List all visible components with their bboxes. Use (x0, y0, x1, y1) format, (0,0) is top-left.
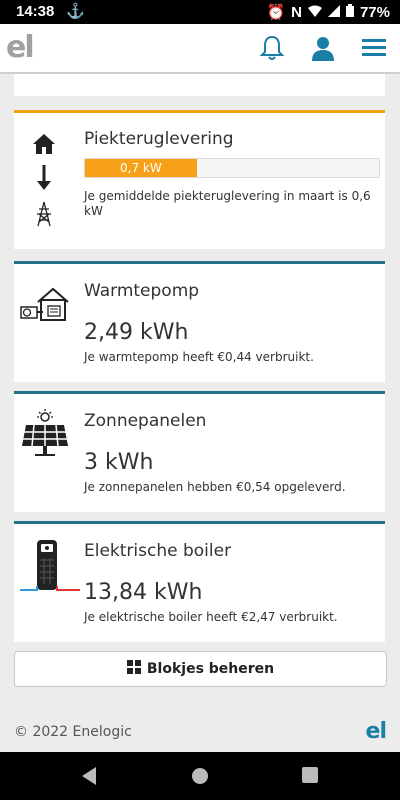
grid-icon (126, 660, 141, 678)
power-pylon-icon (34, 201, 54, 231)
solar-panel-icon (20, 409, 70, 465)
card-title: Elektrische boiler (84, 541, 232, 561)
heat-pump-icon (20, 286, 70, 326)
manage-blocks-label: Blokjes beheren (146, 661, 275, 677)
app-logo[interactable]: el (6, 30, 35, 65)
anchor-icon: ⚓ (66, 3, 85, 20)
bell-icon[interactable] (258, 34, 286, 62)
card-value: 13,84 kWh (84, 580, 203, 605)
footer-logo: el (365, 719, 387, 744)
card-title: Piekteruglevering (84, 129, 234, 149)
battery-level: 77% (359, 3, 390, 21)
status-icons: ⏰ N 77% (266, 3, 390, 21)
user-icon[interactable] (309, 34, 337, 62)
card-elektrische-boiler[interactable]: Elektrische boiler 13,84 kWh Je elektris… (14, 521, 385, 642)
back-icon[interactable] (80, 766, 100, 786)
status-bar: 14:38 ⚓ ⏰ N 77% (0, 0, 400, 24)
logo-text: el (6, 30, 35, 65)
card-value: 2,49 kWh (84, 320, 189, 345)
alarm-icon: ⏰ (266, 4, 286, 21)
android-nav-bar (0, 752, 400, 800)
card-description: Je elektrische boiler heeft €2,47 verbru… (84, 610, 338, 624)
wifi-icon (307, 4, 322, 21)
app-header: el (0, 24, 400, 74)
card-description: Je zonnepanelen hebben €0,54 opgeleverd. (84, 480, 346, 494)
house-icon (32, 133, 56, 159)
card-title: Zonnepanelen (84, 411, 207, 431)
manage-blocks-button[interactable]: Blokjes beheren (14, 651, 387, 687)
nfc-icon: N (291, 3, 302, 21)
recents-icon[interactable] (301, 766, 321, 786)
boiler-icon (18, 538, 84, 604)
card-value: 3 kWh (84, 450, 154, 475)
status-time: 14:38 (16, 3, 55, 20)
card-partial (14, 74, 385, 96)
card-title: Warmtepomp (84, 281, 200, 301)
card-description: Je warmtepomp heeft €0,44 verbruikt. (84, 350, 314, 364)
home-icon[interactable] (190, 766, 210, 786)
card-zonnepanelen[interactable]: Zonnepanelen 3 kWh Je zonnepanelen hebbe… (14, 391, 385, 512)
arrow-down-icon (36, 165, 52, 195)
card-warmtepomp[interactable]: Warmtepomp 2,49 kWh Je warmtepomp heeft … (14, 261, 385, 382)
menu-icon[interactable] (361, 34, 389, 62)
peak-progress-bar: 0,7 kW (84, 158, 380, 178)
signal-icon (327, 4, 340, 21)
card-piekteruglevering[interactable]: Piekteruglevering 0,7 kW Je gemiddelde p… (14, 110, 385, 249)
battery-icon (345, 3, 354, 21)
card-description: Je gemiddelde piekteruglevering in maart… (84, 189, 371, 218)
copyright-text: © 2022 Enelogic (14, 724, 132, 740)
progress-fill: 0,7 kW (85, 159, 197, 177)
